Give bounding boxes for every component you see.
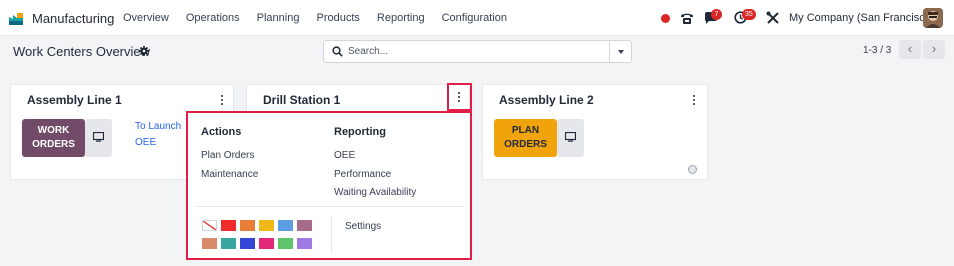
workcenter-display-button[interactable]	[557, 119, 584, 157]
manufacturing-app-icon[interactable]	[8, 10, 24, 26]
color-swatch[interactable]	[259, 220, 274, 231]
status-circle-icon[interactable]	[688, 165, 697, 174]
settings-link[interactable]: Settings	[345, 221, 381, 232]
color-swatch[interactable]	[240, 238, 255, 249]
menu-item-overview[interactable]: Overview	[123, 12, 169, 24]
status-dot-icon[interactable]	[661, 14, 670, 23]
button-label-line-2: ORDERS	[504, 139, 547, 150]
oee-report-link[interactable]: OEE	[334, 150, 355, 161]
button-label-line-1: PLAN	[511, 125, 540, 136]
company-switcher[interactable]: My Company (San Francisco)	[789, 12, 935, 24]
color-swatch[interactable]	[202, 238, 217, 249]
button-label-line-2: ORDERS	[32, 139, 75, 150]
menu-item-reporting[interactable]: Reporting	[377, 12, 425, 24]
user-avatar[interactable]	[923, 8, 943, 28]
waiting-availability-report-link[interactable]: Waiting Availability	[334, 187, 416, 198]
to-launch-link[interactable]: To Launch	[135, 121, 181, 132]
highlighted-card-menu[interactable]	[447, 83, 472, 111]
menu-item-configuration[interactable]: Configuration	[442, 12, 507, 24]
no-color-swatch[interactable]	[202, 220, 217, 231]
color-swatch[interactable]	[259, 238, 274, 249]
app-name[interactable]: Manufacturing	[32, 11, 114, 26]
color-swatch[interactable]	[278, 220, 293, 231]
color-swatch[interactable]	[297, 238, 312, 249]
search-input[interactable]	[348, 44, 598, 59]
actions-heading: Actions	[201, 126, 242, 138]
reporting-heading: Reporting	[334, 126, 386, 138]
card-dropdown-menu: Actions Plan Orders Maintenance Reportin…	[186, 111, 472, 260]
dropdown-divider	[196, 206, 464, 207]
card-menu-kebab-icon[interactable]	[457, 92, 461, 104]
plan-orders-action[interactable]: Plan Orders	[201, 150, 254, 161]
main-menu: Overview Operations Planning Products Re…	[123, 12, 524, 24]
dropdown-vertical-divider	[331, 217, 332, 253]
activity-count-badge: 35	[742, 9, 756, 20]
card-menu-kebab-icon[interactable]	[220, 95, 224, 107]
search-options-toggle[interactable]	[609, 41, 631, 62]
workcenter-card-assembly-line-2: Assembly Line 2 PLAN ORDERS	[482, 84, 708, 180]
color-swatch[interactable]	[221, 220, 236, 231]
gear-icon[interactable]	[139, 46, 149, 56]
search-bar	[323, 40, 632, 63]
phone-icon[interactable]	[679, 10, 695, 26]
pager-value[interactable]: 1-3 / 3	[863, 45, 891, 56]
maintenance-action[interactable]: Maintenance	[201, 169, 258, 180]
color-swatch[interactable]	[221, 238, 236, 249]
search-icon	[332, 46, 343, 57]
button-label-line-1: WORK	[37, 125, 70, 136]
plan-orders-button[interactable]: PLAN ORDERS	[494, 119, 557, 157]
top-navbar: Manufacturing Overview Operations Planni…	[0, 0, 954, 36]
color-swatch[interactable]	[297, 220, 312, 231]
card-title: Assembly Line 1	[27, 93, 122, 107]
chat-count-badge: 7	[711, 9, 722, 20]
card-menu-kebab-icon[interactable]	[692, 95, 696, 107]
debug-tools-icon[interactable]	[766, 11, 780, 25]
page-title: Work Centers Overview	[13, 44, 151, 59]
pager-previous-button[interactable]: ‹	[899, 40, 921, 59]
menu-item-operations[interactable]: Operations	[186, 12, 240, 24]
work-orders-button[interactable]: WORK ORDERS	[22, 119, 85, 157]
monitor-icon	[93, 132, 104, 142]
color-swatch[interactable]	[240, 220, 255, 231]
menu-item-planning[interactable]: Planning	[257, 12, 300, 24]
workcenter-display-button[interactable]	[85, 119, 112, 157]
card-title: Assembly Line 2	[499, 93, 594, 107]
card-title: Drill Station 1	[263, 93, 341, 107]
pager-next-button[interactable]: ›	[923, 40, 945, 59]
menu-item-products[interactable]: Products	[316, 12, 359, 24]
monitor-icon	[565, 132, 576, 142]
color-swatch[interactable]	[278, 238, 293, 249]
performance-report-link[interactable]: Performance	[334, 169, 391, 180]
oee-link[interactable]: OEE	[135, 137, 156, 148]
